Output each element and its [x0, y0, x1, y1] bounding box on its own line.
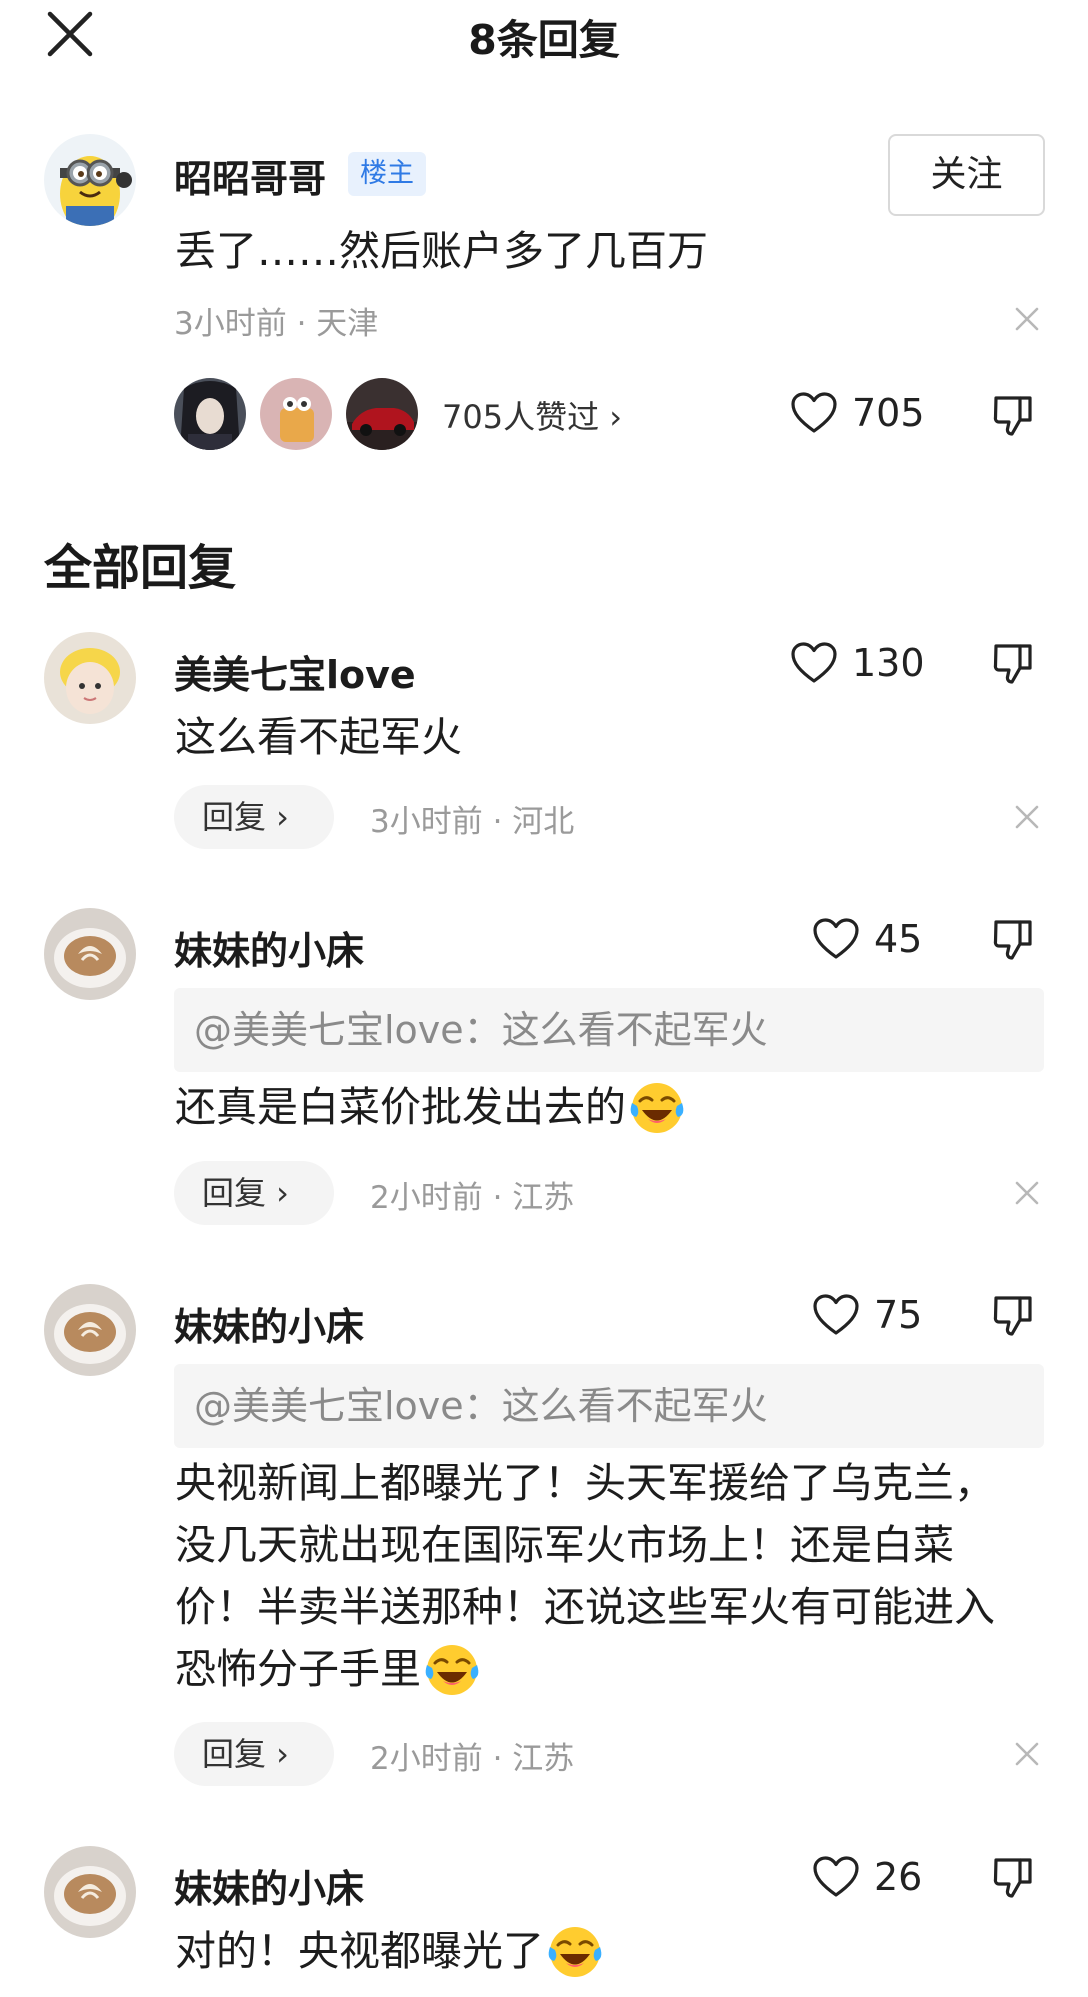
reply-like-button[interactable]: 130 [790, 638, 925, 688]
like-count: 45 [874, 917, 923, 961]
reply-meta: 2小时前 · 江苏 [370, 1180, 575, 1216]
page-title: 8条回复 [468, 16, 620, 64]
reply-avatar[interactable] [44, 908, 136, 1000]
heart-icon[interactable] [812, 1293, 860, 1337]
reply-like-button[interactable]: 26 [812, 1852, 922, 1902]
liker-avatar[interactable] [174, 378, 246, 450]
like-count: 705 [852, 391, 925, 435]
reply-button[interactable]: 回复 › [174, 785, 334, 849]
reply-avatar[interactable] [44, 1284, 136, 1376]
thumbs-down-icon[interactable] [990, 916, 1036, 962]
thumbs-down-icon[interactable] [990, 392, 1036, 438]
like-count: 130 [852, 641, 925, 685]
liked-by-link[interactable]: 705人赞过 › [442, 392, 622, 438]
like-count: 26 [874, 1855, 923, 1899]
section-title: 全部回复 [44, 540, 237, 596]
laughing-crying-emoji-icon [421, 1637, 483, 1699]
quoted-reply: @美美七宝love：这么看不起军火 [174, 988, 1044, 1072]
dismiss-icon[interactable] [1012, 1739, 1042, 1769]
like-count: 75 [874, 1293, 923, 1337]
laughing-crying-emoji-icon [626, 1075, 688, 1137]
op-badge: 楼主 [348, 152, 426, 196]
reply-like-button[interactable]: 45 [812, 914, 922, 964]
dismiss-icon[interactable] [1012, 1178, 1042, 1208]
thumbs-down-icon[interactable] [990, 1292, 1036, 1338]
header-bar: 8条回复 [0, 0, 1088, 70]
reply-meta: 3小时前 · 河北 [370, 804, 575, 840]
liker-avatar[interactable] [260, 378, 332, 450]
reply-button[interactable]: 回复 › [174, 1161, 334, 1225]
reply-like-button[interactable]: 75 [812, 1290, 922, 1340]
reply-author-name[interactable]: 妹妹的小床 [174, 920, 364, 975]
reply-meta: 2小时前 · 江苏 [370, 1741, 575, 1777]
laughing-crying-emoji-icon [544, 1919, 606, 1981]
heart-icon[interactable] [790, 391, 838, 435]
reply-content: 这么看不起军火 [175, 713, 462, 761]
reply-author-name[interactable]: 美美七宝love [174, 644, 416, 699]
reply-content: 对的！央视都曝光了 [175, 1920, 606, 1982]
thumbs-down-icon[interactable] [990, 1854, 1036, 1900]
post-like-button[interactable]: 705 [790, 388, 925, 438]
reply-author-name[interactable]: 妹妹的小床 [174, 1858, 364, 1913]
dismiss-icon[interactable] [1012, 304, 1042, 334]
post-author-avatar[interactable] [44, 134, 136, 226]
post-meta: 3小时前 · 天津 [174, 306, 379, 342]
reply-content: 还真是白菜价批发出去的 [175, 1076, 688, 1138]
liker-avatar[interactable] [346, 378, 418, 450]
reply-author-name[interactable]: 妹妹的小床 [174, 1296, 364, 1351]
post-author-name[interactable]: 昭昭哥哥 [174, 148, 326, 203]
heart-icon[interactable] [812, 1855, 860, 1899]
reply-avatar[interactable] [44, 1846, 136, 1938]
heart-icon[interactable] [790, 641, 838, 685]
post-content: 丢了……然后账户多了几百万 [175, 227, 708, 275]
reply-content: 央视新闻上都曝光了！头天军援给了乌克兰，没几天就出现在国际军火市场上！还是白菜价… [175, 1452, 1035, 1700]
reply-avatar[interactable] [44, 632, 136, 724]
thumbs-down-icon[interactable] [990, 640, 1036, 686]
follow-button[interactable]: 关注 [888, 134, 1045, 216]
heart-icon[interactable] [812, 917, 860, 961]
quoted-reply: @美美七宝love：这么看不起军火 [174, 1364, 1044, 1448]
reply-button[interactable]: 回复 › [174, 1722, 334, 1786]
dismiss-icon[interactable] [1012, 802, 1042, 832]
